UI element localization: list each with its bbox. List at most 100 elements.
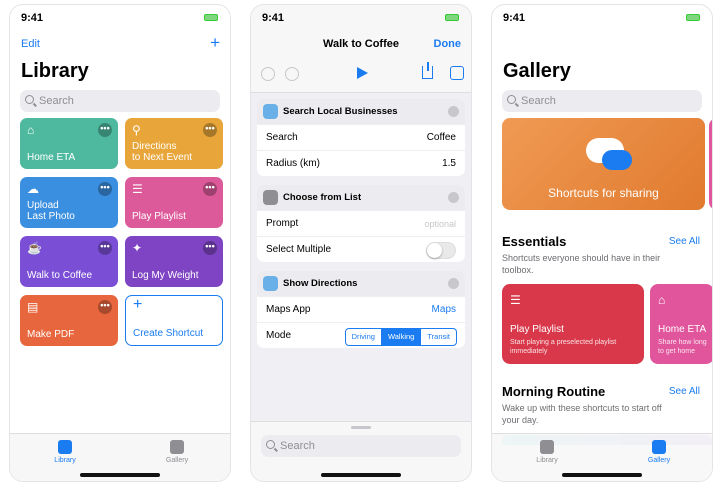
status-time: 9:41	[262, 12, 285, 24]
grid-icon	[58, 440, 72, 454]
search-input[interactable]: Search	[502, 90, 702, 112]
gallery-card-home-eta[interactable]: ⌂ Home ETA Share how long to get home	[650, 284, 712, 364]
tab-gallery-label: Gallery	[165, 457, 189, 464]
undo-icon[interactable]	[261, 67, 275, 81]
maps-icon	[263, 104, 278, 119]
grid-icon	[540, 440, 554, 454]
shortcut-label: Log My Weight	[132, 270, 199, 281]
library-screen: 9:41 Edit + Library Search ⌂ ••• Home ETA ⚲…	[9, 4, 231, 482]
shortcut-label: Directions to Next Event	[132, 141, 193, 163]
action-title: Show Directions	[283, 278, 358, 289]
mode-option-walking[interactable]: Walking	[380, 329, 421, 345]
see-all-link[interactable]: See All	[669, 386, 700, 397]
featured-banner[interactable]: Shortcuts for sharing	[502, 118, 705, 210]
shortcut-label: Create Shortcut	[133, 328, 204, 339]
more-options-icon[interactable]: •••	[203, 241, 217, 255]
share-icon[interactable]	[422, 62, 433, 79]
shortcut-tile-log-my-weight[interactable]: ✦ ••• Log My Weight	[125, 236, 223, 287]
action-title: Search Local Businesses	[283, 106, 398, 117]
shortcut-label: Walk to Coffee	[27, 270, 93, 281]
editor-header: 9:41 Walk to Coffee Done	[251, 5, 471, 93]
play-icon[interactable]	[357, 67, 368, 79]
home-icon: ⌂	[658, 293, 666, 307]
more-options-icon[interactable]: •••	[203, 182, 217, 196]
shortcut-label: Make PDF	[27, 329, 75, 340]
param-label: Mode	[266, 330, 292, 341]
param-row[interactable]: Prompt optional	[257, 210, 465, 236]
tab-library-label: Library	[536, 457, 558, 464]
home-indicator	[321, 473, 401, 477]
shortcut-icon: ⚲	[132, 123, 141, 137]
mode-option-driving[interactable]: Driving	[346, 329, 381, 345]
shortcut-tile-create-shortcut[interactable]: + Create Shortcut	[125, 295, 223, 346]
shortcut-icon: ✦	[132, 241, 143, 255]
tab-library[interactable]: Library	[35, 440, 95, 464]
remove-action-icon[interactable]	[448, 106, 459, 117]
home-indicator	[80, 473, 160, 477]
param-row[interactable]: Mode Driving Walking Transit	[257, 322, 465, 348]
action-card-choose-from-list[interactable]: Choose from List Prompt optional Select …	[257, 185, 465, 262]
select-multiple-toggle[interactable]	[426, 242, 456, 259]
shortcut-tile-play-playlist[interactable]: ☰ ••• Play Playlist	[125, 177, 223, 228]
more-options-icon[interactable]: •••	[98, 241, 112, 255]
more-options-icon[interactable]: •••	[98, 300, 112, 314]
search-placeholder: Search	[280, 440, 315, 452]
param-value[interactable]: 1.5	[442, 151, 456, 176]
param-row[interactable]: Maps App Maps	[257, 296, 465, 322]
status-time: 9:41	[503, 12, 526, 24]
action-card-show-directions[interactable]: Show Directions Maps App Maps Mode Drivi…	[257, 271, 465, 348]
param-row[interactable]: Select Multiple	[257, 236, 465, 262]
edit-button[interactable]: Edit	[21, 38, 40, 50]
tab-gallery[interactable]: Gallery	[629, 440, 689, 464]
page-title: Gallery	[503, 60, 571, 82]
search-input[interactable]: Search	[20, 90, 220, 112]
shortcut-icon: ☁	[27, 182, 39, 196]
next-banner-peek[interactable]	[709, 118, 712, 210]
prompt-field[interactable]: optional	[424, 211, 456, 237]
more-options-icon[interactable]: •••	[98, 182, 112, 196]
shortcut-tile-home-eta[interactable]: ⌂ ••• Home ETA	[20, 118, 118, 169]
mode-option-transit[interactable]: Transit	[420, 329, 456, 345]
add-shortcut-button[interactable]: +	[210, 33, 220, 53]
done-button[interactable]: Done	[434, 38, 462, 50]
tab-gallery[interactable]: Gallery	[147, 440, 207, 464]
tab-library[interactable]: Library	[517, 440, 577, 464]
section-title: Essentials	[502, 234, 567, 249]
redo-icon[interactable]	[285, 67, 299, 81]
list-icon	[263, 190, 278, 205]
shortcut-label: Home ETA	[27, 152, 76, 163]
param-row[interactable]: Search Coffee	[257, 124, 465, 150]
battery-icon	[445, 14, 459, 21]
shortcut-tile-directions-to-next-event[interactable]: ⚲ ••• Directions to Next Event	[125, 118, 223, 169]
tab-bar: Library Gallery	[492, 433, 712, 481]
param-label: Select Multiple	[266, 244, 332, 255]
layers-icon	[170, 440, 184, 454]
more-options-icon[interactable]: •••	[98, 123, 112, 137]
see-all-link[interactable]: See All	[669, 236, 700, 247]
param-row[interactable]: Radius (km) 1.5	[257, 150, 465, 176]
status-bar: 9:41	[10, 5, 230, 29]
status-bar: 9:41	[492, 5, 712, 29]
action-search-input[interactable]: Search	[261, 435, 461, 457]
shortcut-tile-walk-to-coffee[interactable]: ☕ ••• Walk to Coffee	[20, 236, 118, 287]
search-placeholder: Search	[39, 95, 74, 107]
param-label: Search	[266, 132, 298, 143]
more-options-icon[interactable]: •••	[203, 123, 217, 137]
action-title: Choose from List	[283, 192, 362, 203]
drag-handle[interactable]	[351, 426, 371, 429]
gallery-screen: 9:41 Gallery Search Shortcuts for sharin…	[491, 4, 713, 482]
remove-action-icon[interactable]	[448, 278, 459, 289]
mode-segmented-control[interactable]: Driving Walking Transit	[344, 328, 457, 346]
settings-icon[interactable]	[450, 66, 464, 80]
shortcut-tile-upload-last-photo[interactable]: ☁ ••• Upload Last Photo	[20, 177, 118, 228]
search-icon	[507, 95, 516, 104]
shortcut-tile-make-pdf[interactable]: ▤ ••• Make PDF	[20, 295, 118, 346]
param-label: Prompt	[266, 218, 299, 229]
param-value[interactable]: Coffee	[427, 125, 456, 151]
action-card-search-local[interactable]: Search Local Businesses Search Coffee Ra…	[257, 99, 465, 176]
maps-app-value[interactable]: Maps	[432, 297, 456, 323]
param-label: Radius (km)	[266, 158, 320, 169]
remove-action-icon[interactable]	[448, 192, 459, 203]
section-title: Morning Routine	[502, 384, 606, 399]
gallery-card-play-playlist[interactable]: ☰ Play Playlist Start playing a preselec…	[502, 284, 644, 364]
